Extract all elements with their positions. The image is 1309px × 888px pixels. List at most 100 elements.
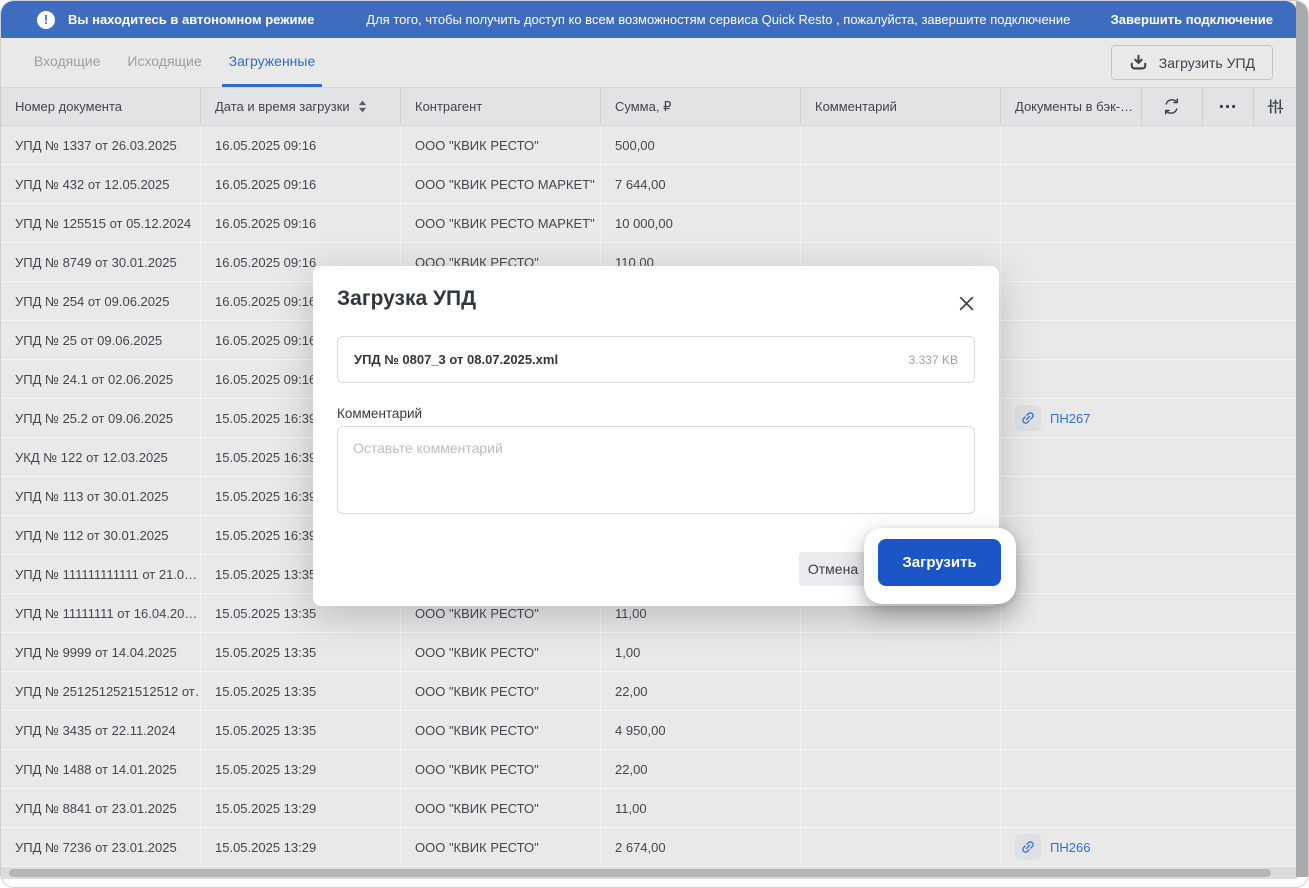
cell-backoffice-docs: [1001, 438, 1297, 476]
table-row[interactable]: УПД № 8841 от 23.01.202515.05.2025 13:29…: [1, 789, 1297, 828]
cell-number: УПД № 432 от 12.05.2025: [1, 165, 201, 203]
refresh-icon: [1161, 96, 1182, 117]
cell-number: УПД № 112 от 30.01.2025: [1, 516, 201, 554]
cell-comment: [801, 165, 1001, 203]
cell-counterparty: ООО "КВИК РЕСТО": [401, 711, 601, 749]
attached-file-chip[interactable]: УПД № 0807_3 от 08.07.2025.xml 3.337 KB: [337, 336, 975, 383]
table-row[interactable]: УПД № 2512512521512512 от…15.05.2025 13:…: [1, 672, 1297, 711]
cell-sum: 4 950,00: [601, 711, 801, 749]
cell-date: 16.05.2025 09:16: [201, 126, 401, 164]
column-header-backoffice-docs[interactable]: Документы в бэк-…: [1001, 88, 1142, 125]
cell-sum: 11,00: [601, 789, 801, 827]
upload-upd-modal: Загрузка УПД УПД № 0807_3 от 08.07.2025.…: [313, 266, 999, 606]
upload-submit-button[interactable]: Загрузить: [878, 539, 1001, 586]
cell-sum: 2 674,00: [601, 828, 801, 866]
cell-number: УПД № 113 от 30.01.2025: [1, 477, 201, 515]
upload-upd-label: Загрузить УПД: [1159, 55, 1255, 71]
column-label: Номер документа: [15, 99, 122, 114]
more-dots-icon: [1217, 96, 1238, 117]
refresh-button[interactable]: [1142, 88, 1203, 125]
cell-comment: [801, 633, 1001, 671]
cell-number: УПД № 8749 от 30.01.2025: [1, 243, 201, 281]
column-header-comment[interactable]: Комментарий: [801, 88, 1001, 125]
column-header-date[interactable]: Дата и время загрузки: [201, 88, 401, 125]
tab-outgoing[interactable]: Исходящие: [120, 38, 208, 87]
cell-sum: 22,00: [601, 750, 801, 788]
app-window: ! Вы находитесь в автономном режиме Для …: [0, 0, 1309, 888]
tab-incoming[interactable]: Входящие: [27, 38, 107, 87]
cell-backoffice-docs: [1001, 477, 1297, 515]
cell-comment: [801, 204, 1001, 242]
cell-number: УПД № 8841 от 23.01.2025: [1, 789, 201, 827]
tabbar: Входящие Исходящие Загруженные Загрузить…: [1, 38, 1297, 87]
table-row[interactable]: УПД № 1488 от 14.01.202515.05.2025 13:29…: [1, 750, 1297, 789]
cell-date: 15.05.2025 13:35: [201, 711, 401, 749]
table-row[interactable]: УПД № 3435 от 22.11.202415.05.2025 13:35…: [1, 711, 1297, 750]
backoffice-doc-label: ПН267: [1050, 411, 1090, 426]
cell-date: 15.05.2025 13:35: [201, 633, 401, 671]
finish-connection-link[interactable]: Завершить подключение: [1111, 12, 1273, 27]
cell-sum: 10 000,00: [601, 204, 801, 242]
file-size: 3.337 KB: [909, 353, 958, 367]
cell-number: УПД № 125515 от 05.12.2024: [1, 204, 201, 242]
tab-uploaded[interactable]: Загруженные: [222, 38, 323, 87]
table-row[interactable]: УПД № 7236 от 23.01.202515.05.2025 13:29…: [1, 828, 1297, 867]
cell-date: 15.05.2025 13:35: [201, 672, 401, 710]
link-icon: [1015, 834, 1041, 860]
cell-counterparty: ООО "КВИК РЕСТО МАРКЕТ": [401, 165, 601, 203]
cell-backoffice-docs: [1001, 750, 1297, 788]
cell-backoffice-docs: [1001, 555, 1297, 593]
cancel-button[interactable]: Отмена: [799, 552, 867, 586]
backoffice-doc-link[interactable]: ПН267: [1015, 405, 1090, 431]
cell-number: УПД № 111111111111 от 21.0…: [1, 555, 201, 593]
more-actions-button[interactable]: [1203, 88, 1255, 125]
horizontal-scrollbar[interactable]: [1, 867, 1297, 879]
comment-label: Комментарий: [337, 406, 422, 421]
cell-number: УПД № 7236 от 23.01.2025: [1, 828, 201, 866]
cell-backoffice-docs: [1001, 633, 1297, 671]
cell-comment: [801, 672, 1001, 710]
cell-comment: [801, 750, 1001, 788]
cell-sum: 1,00: [601, 633, 801, 671]
cell-date: 16.05.2025 09:16: [201, 165, 401, 203]
cell-backoffice-docs: [1001, 204, 1297, 242]
backoffice-doc-link[interactable]: ПН266: [1015, 834, 1090, 860]
vertical-scrollbar[interactable]: [1296, 1, 1308, 877]
cell-counterparty: ООО "КВИК РЕСТО": [401, 672, 601, 710]
comment-input[interactable]: [337, 426, 975, 514]
upload-upd-button[interactable]: Загрузить УПД: [1111, 45, 1273, 80]
cell-comment: [801, 711, 1001, 749]
cell-backoffice-docs: [1001, 789, 1297, 827]
cell-date: 15.05.2025 13:29: [201, 828, 401, 866]
sort-icon[interactable]: [358, 100, 367, 113]
column-header-counterparty[interactable]: Контрагент: [401, 88, 601, 125]
cell-backoffice-docs: [1001, 711, 1297, 749]
table-row[interactable]: УПД № 125515 от 05.12.202416.05.2025 09:…: [1, 204, 1297, 243]
cell-backoffice-docs: ПН267: [1001, 399, 1297, 437]
cell-backoffice-docs: [1001, 360, 1297, 398]
offline-banner: ! Вы находитесь в автономном режиме Для …: [1, 1, 1297, 38]
cell-sum: 22,00: [601, 672, 801, 710]
link-icon: [1015, 405, 1041, 431]
close-icon[interactable]: [956, 293, 977, 314]
cell-number: УПД № 24.1 от 02.06.2025: [1, 360, 201, 398]
horizontal-scrollbar-thumb[interactable]: [9, 869, 1271, 877]
column-settings-button[interactable]: [1254, 88, 1297, 125]
column-label: Комментарий: [815, 99, 897, 114]
download-icon: [1129, 53, 1148, 72]
banner-message: Для того, чтобы получить доступ ко всем …: [366, 12, 1070, 27]
column-header-sum[interactable]: Сумма, ₽: [601, 88, 801, 125]
modal-title: Загрузка УПД: [337, 287, 476, 311]
table-row[interactable]: УПД № 9999 от 14.04.202515.05.2025 13:35…: [1, 633, 1297, 672]
column-header-number[interactable]: Номер документа: [1, 88, 201, 125]
cell-number: УПД № 1488 от 14.01.2025: [1, 750, 201, 788]
table-row[interactable]: УПД № 432 от 12.05.202516.05.2025 09:16О…: [1, 165, 1297, 204]
file-name: УПД № 0807_3 от 08.07.2025.xml: [354, 352, 558, 367]
cell-backoffice-docs: [1001, 672, 1297, 710]
table-row[interactable]: УПД № 1337 от 26.03.202516.05.2025 09:16…: [1, 126, 1297, 165]
cell-comment: [801, 126, 1001, 164]
cell-backoffice-docs: [1001, 243, 1297, 281]
cell-number: УПД № 9999 от 14.04.2025: [1, 633, 201, 671]
column-label: Дата и время загрузки: [215, 99, 350, 114]
filter-sliders-icon: [1266, 97, 1285, 116]
